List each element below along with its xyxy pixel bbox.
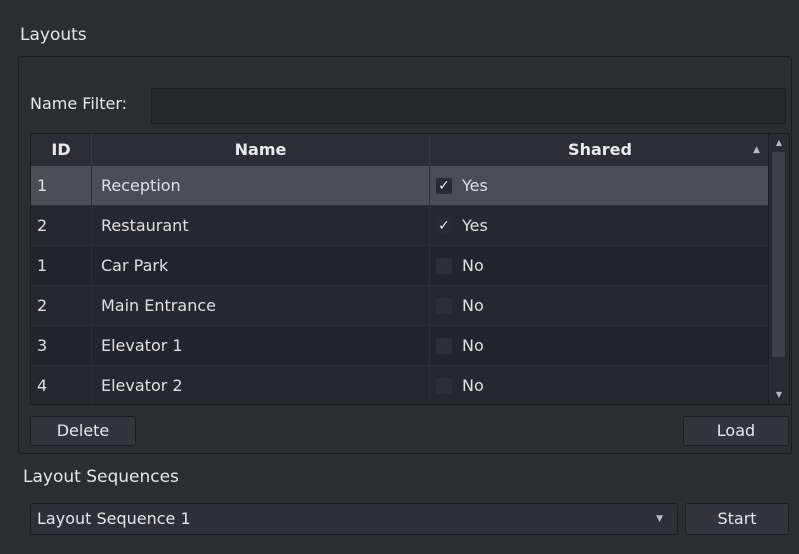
table-row[interactable]: 2 Restaurant ✓ Yes — [31, 206, 770, 246]
table-row[interactable]: 1 Reception ✓ Yes — [31, 166, 770, 206]
cell-id: 1 — [31, 246, 92, 285]
layout-sequence-selected-value: Layout Sequence 1 — [37, 509, 191, 528]
table-scrollbar[interactable]: ▲ ▼ — [768, 134, 789, 404]
cell-name: Main Entrance — [92, 286, 430, 325]
shared-label: Yes — [462, 215, 488, 235]
cell-shared: No — [430, 366, 770, 404]
shared-label: No — [462, 295, 484, 315]
shared-label: No — [462, 335, 484, 355]
table-body: 1 Reception ✓ Yes 2 Restaurant ✓ Yes 1 Car Park No… — [31, 166, 770, 404]
cell-shared: No — [430, 246, 770, 285]
layout-sequence-select[interactable]: Layout Sequence 1 ▼ — [30, 503, 678, 535]
cell-id: 1 — [31, 166, 92, 205]
shared-checkbox[interactable] — [436, 297, 452, 314]
shared-label: No — [462, 255, 484, 275]
scroll-down-icon[interactable]: ▼ — [772, 388, 786, 402]
table-header: ID Name Shared ▲ — [31, 134, 770, 167]
cell-id: 4 — [31, 366, 92, 404]
cell-name: Elevator 2 — [92, 366, 430, 404]
layouts-table: ID Name Shared ▲ 1 Reception ✓ Yes 2 Restaura… — [30, 133, 790, 405]
name-filter-input[interactable] — [151, 88, 786, 124]
start-button[interactable]: Start — [685, 503, 789, 535]
scrollbar-thumb[interactable] — [772, 152, 785, 357]
shared-label: No — [462, 375, 484, 395]
column-header-name[interactable]: Name — [92, 134, 430, 166]
shared-label: Yes — [462, 175, 488, 195]
column-header-shared[interactable]: Shared ▲ — [430, 134, 770, 166]
load-button[interactable]: Load — [683, 416, 789, 446]
sort-ascending-icon: ▲ — [753, 145, 760, 155]
shared-checkbox[interactable] — [436, 257, 452, 274]
chevron-down-icon: ▼ — [656, 514, 663, 524]
checkmark-icon[interactable]: ✓ — [436, 177, 452, 194]
scroll-up-icon[interactable]: ▲ — [772, 136, 786, 150]
delete-button[interactable]: Delete — [30, 416, 136, 446]
cell-shared: No — [430, 326, 770, 365]
name-filter-label: Name Filter: — [30, 94, 128, 113]
cell-name: Restaurant — [92, 206, 430, 245]
application-window: Layouts Name Filter: ID Name Shared ▲ 1R… — [0, 0, 799, 554]
cell-name: Car Park — [92, 246, 430, 285]
checkmark-icon[interactable]: ✓ — [436, 217, 452, 234]
layouts-group-title: Layouts — [20, 25, 87, 45]
column-header-id[interactable]: ID — [31, 134, 92, 166]
shared-checkbox[interactable] — [436, 377, 452, 394]
cell-name: Reception — [92, 166, 430, 205]
cell-name: Elevator 1 — [92, 326, 430, 365]
table-row[interactable]: 3 Elevator 1 No — [31, 326, 770, 366]
table-row[interactable]: 1 Car Park No — [31, 246, 770, 286]
cell-shared: ✓ Yes — [430, 166, 770, 205]
column-header-shared-label: Shared — [568, 140, 632, 159]
layout-sequences-group-title: Layout Sequences — [23, 467, 179, 487]
cell-shared: ✓ Yes — [430, 206, 770, 245]
cell-id: 2 — [31, 286, 92, 325]
table-row[interactable]: 2 Main Entrance No — [31, 286, 770, 326]
cell-shared: No — [430, 286, 770, 325]
cell-id: 2 — [31, 206, 92, 245]
cell-id: 3 — [31, 326, 92, 365]
shared-checkbox[interactable] — [436, 337, 452, 354]
table-row[interactable]: 4 Elevator 2 No — [31, 366, 770, 404]
